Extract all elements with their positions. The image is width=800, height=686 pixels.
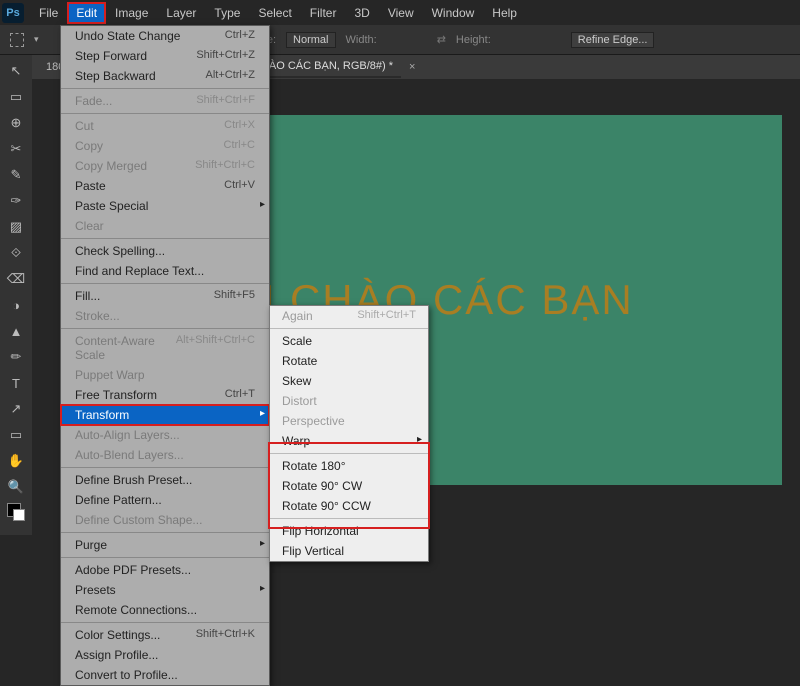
submenu-warp[interactable]: Warp▸ — [270, 431, 428, 451]
submenu-rotate[interactable]: Rotate — [270, 351, 428, 371]
chevron-right-icon: ▸ — [260, 199, 265, 210]
blur-tool-icon[interactable]: ▲ — [6, 321, 26, 341]
close-tab-icon[interactable]: × — [409, 61, 415, 73]
menu-convert-profile[interactable]: Convert to Profile... — [61, 665, 269, 685]
menu-copy: CopyCtrl+C — [61, 136, 269, 156]
menu-assign-profile[interactable]: Assign Profile... — [61, 645, 269, 665]
menu-filter[interactable]: Filter — [301, 2, 346, 24]
pen-tool-icon[interactable]: ✏ — [6, 347, 26, 367]
menu-3d[interactable]: 3D — [345, 2, 378, 24]
menu-define-brush[interactable]: Define Brush Preset... — [61, 470, 269, 490]
brush-tool-icon[interactable]: ▨ — [6, 217, 26, 237]
submenu-skew[interactable]: Skew — [270, 371, 428, 391]
menu-select[interactable]: Select — [249, 2, 300, 24]
type-tool-icon[interactable]: T — [6, 373, 26, 393]
path-tool-icon[interactable]: ↗ — [6, 399, 26, 419]
menu-edit[interactable]: Edit — [67, 2, 106, 24]
move-tool-icon[interactable]: ↖ — [6, 61, 26, 81]
menu-presets[interactable]: Presets▸ — [61, 580, 269, 600]
chevron-right-icon: ▸ — [417, 434, 422, 445]
submenu-scale[interactable]: Scale — [270, 331, 428, 351]
chevron-right-icon: ▸ — [260, 408, 265, 419]
menu-layer[interactable]: Layer — [157, 2, 205, 24]
menu-content-aware: Content-Aware ScaleAlt+Shift+Ctrl+C — [61, 331, 269, 365]
healing-tool-icon[interactable]: ✑ — [6, 191, 26, 211]
menu-copy-merged: Copy MergedShift+Ctrl+C — [61, 156, 269, 176]
submenu-distort: Distort — [270, 391, 428, 411]
menubar: Ps File Edit Image Layer Type Select Fil… — [0, 0, 800, 25]
menu-auto-align: Auto-Align Layers... — [61, 425, 269, 445]
menu-cut: CutCtrl+X — [61, 116, 269, 136]
submenu-rotate-90-ccw[interactable]: Rotate 90° CCW — [270, 496, 428, 516]
eyedropper-tool-icon[interactable]: ✎ — [6, 165, 26, 185]
menu-fill[interactable]: Fill...Shift+F5 — [61, 286, 269, 306]
menu-step-forward[interactable]: Step ForwardShift+Ctrl+Z — [61, 46, 269, 66]
menu-color-settings[interactable]: Color Settings...Shift+Ctrl+K — [61, 625, 269, 645]
menu-image[interactable]: Image — [106, 2, 157, 24]
menu-define-pattern[interactable]: Define Pattern... — [61, 490, 269, 510]
gradient-tool-icon[interactable]: ◑ — [6, 295, 26, 315]
menu-window[interactable]: Window — [423, 2, 484, 24]
width-label: Width: — [346, 34, 377, 46]
zoom-tool-icon[interactable]: 🔍 — [6, 477, 26, 497]
menu-pdf-presets[interactable]: Adobe PDF Presets... — [61, 560, 269, 580]
menu-stroke: Stroke... — [61, 306, 269, 326]
eraser-tool-icon[interactable]: ⌫ — [6, 269, 26, 289]
menu-step-backward[interactable]: Step BackwardAlt+Ctrl+Z — [61, 66, 269, 86]
menu-undo[interactable]: Undo State ChangeCtrl+Z — [61, 26, 269, 46]
shape-tool-icon[interactable]: ▭ — [6, 425, 26, 445]
chevron-down-icon[interactable]: ▾ — [34, 34, 39, 45]
menu-paste[interactable]: PasteCtrl+V — [61, 176, 269, 196]
app-logo: Ps — [2, 3, 24, 23]
marquee-icon — [10, 33, 24, 47]
height-label: Height: — [456, 34, 491, 46]
submenu-flip-vertical[interactable]: Flip Vertical — [270, 541, 428, 561]
menu-fade: Fade...Shift+Ctrl+F — [61, 91, 269, 111]
menu-type[interactable]: Type — [205, 2, 249, 24]
refine-edge-button[interactable]: Refine Edge... — [571, 32, 655, 48]
marquee-tool-icon[interactable]: ▭ — [6, 87, 26, 107]
stamp-tool-icon[interactable]: ⟐ — [6, 243, 26, 263]
menu-puppet-warp: Puppet Warp — [61, 365, 269, 385]
transform-submenu: AgainShift+Ctrl+T Scale Rotate Skew Dist… — [269, 305, 429, 562]
menu-check-spelling[interactable]: Check Spelling... — [61, 241, 269, 261]
submenu-rotate-90-cw[interactable]: Rotate 90° CW — [270, 476, 428, 496]
menu-file[interactable]: File — [30, 2, 67, 24]
chevron-right-icon: ▸ — [260, 538, 265, 549]
menu-view[interactable]: View — [379, 2, 423, 24]
crop-tool-icon[interactable]: ✂ — [6, 139, 26, 159]
submenu-rotate-180[interactable]: Rotate 180° — [270, 456, 428, 476]
lasso-tool-icon[interactable]: ⊕ — [6, 113, 26, 133]
chevron-right-icon: ▸ — [260, 583, 265, 594]
menu-transform[interactable]: Transform▸ — [61, 405, 269, 425]
swap-icon: ⇄ — [437, 33, 446, 46]
edit-menu-dropdown: Undo State ChangeCtrl+Z Step ForwardShif… — [60, 25, 270, 686]
menu-clear: Clear — [61, 216, 269, 236]
submenu-again: AgainShift+Ctrl+T — [270, 306, 428, 326]
color-swatch[interactable] — [7, 503, 25, 521]
tool-column: ↖ ▭ ⊕ ✂ ✎ ✑ ▨ ⟐ ⌫ ◑ ▲ ✏ T ↗ ▭ ✋ 🔍 — [0, 55, 32, 535]
menu-auto-blend: Auto-Blend Layers... — [61, 445, 269, 465]
submenu-flip-horizontal[interactable]: Flip Horizontal — [270, 521, 428, 541]
menu-define-shape: Define Custom Shape... — [61, 510, 269, 530]
menu-find-replace[interactable]: Find and Replace Text... — [61, 261, 269, 281]
submenu-perspective: Perspective — [270, 411, 428, 431]
menu-help[interactable]: Help — [483, 2, 526, 24]
menu-remote-conn[interactable]: Remote Connections... — [61, 600, 269, 620]
menu-free-transform[interactable]: Free TransformCtrl+T — [61, 385, 269, 405]
menu-paste-special[interactable]: Paste Special▸ — [61, 196, 269, 216]
hand-tool-icon[interactable]: ✋ — [6, 451, 26, 471]
menu-purge[interactable]: Purge▸ — [61, 535, 269, 555]
style-select[interactable]: Normal — [286, 32, 335, 48]
